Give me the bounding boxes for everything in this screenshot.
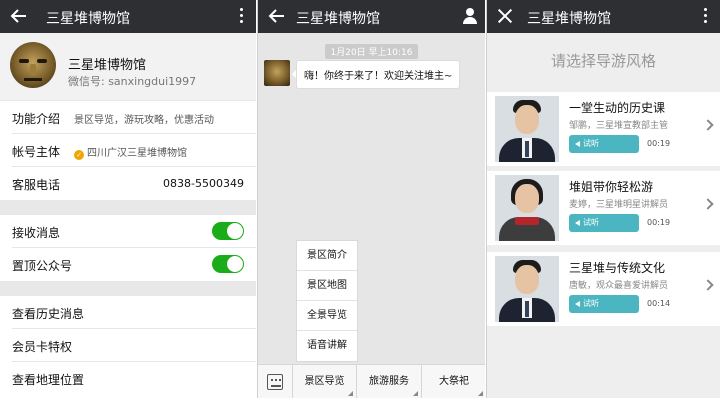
guide-card-2[interactable]: 堆姐带你轻松游 麦婷，三星堆明星讲解员 试听 00:19 [487,171,720,245]
verified-badge-icon: ✓ [74,150,84,160]
toggle-row-pin-account: 置顶公众号 [12,248,256,281]
more-options-icon[interactable] [704,8,708,24]
audio-preview-button[interactable]: 试听 [569,135,639,153]
info-section: 功能介绍 景区导览，游玩攻略，优惠活动 帐号主体 ✓ 四川广汉三星堆博物馆 客服电… [0,101,256,200]
account-name: 三星堆博物馆 [68,58,147,73]
guide-title: 一堂生动的历史课 [569,101,666,115]
close-icon[interactable] [497,8,513,24]
message-bubble[interactable]: 嗨！你终于来了！欢迎关注堆主~ [291,60,461,89]
menu-tab-grand-sacrifice[interactable]: 大祭祀 [421,365,485,398]
link-row-location[interactable]: 查看地理位置 [12,362,256,395]
chat-screen: 三星堆博物馆 1月20日 早上10:16 嗨！你终于来了！欢迎关注堆主~ 景区简… [257,0,485,398]
audio-preview-button[interactable]: 试听 [569,214,639,232]
account-header: 三星堆博物馆 微信号: sanxingdui1997 [0,33,256,100]
row-label: 客服电话 [12,178,61,192]
guide-description: 唐敏，观众最喜爱讲解员 [569,281,669,291]
link-row-membership[interactable]: 会员卡特权 [12,329,256,362]
link-row-history[interactable]: 查看历史消息 [12,296,256,329]
audio-duration: 00:19 [647,139,671,148]
audio-duration: 00:14 [647,299,671,308]
guide-title: 三星堆与传统文化 [569,261,666,275]
menu-item-scenic-intro[interactable]: 景区简介 [297,241,357,271]
page-title: 三星堆博物馆 [46,11,130,27]
row-label: 帐号主体 [12,145,61,159]
guide-title: 堆姐带你轻松游 [569,180,654,194]
speaker-icon [575,220,580,226]
links-section: 查看历史消息 会员卡特权 查看地理位置 [0,296,256,398]
submenu-corner-icon [348,391,353,396]
audio-duration: 00:19 [647,218,671,227]
menu-item-scenic-map[interactable]: 景区地图 [297,271,357,301]
row-label: 查看历史消息 [12,307,85,321]
row-label: 会员卡特权 [12,340,73,354]
account-avatar[interactable] [10,42,56,88]
guide-description: 麦婷，三星堆明星讲解员 [569,200,669,210]
top-bar: 三星堆博物馆 [0,0,256,33]
chat-timestamp: 1月20日 早上10:16 [258,40,485,59]
more-options-icon[interactable] [240,8,244,24]
back-arrow-icon[interactable] [10,7,28,25]
info-row-owner[interactable]: 帐号主体 ✓ 四川广汉三星堆博物馆 [12,134,256,167]
speaker-icon [575,301,580,307]
guide-style-heading: 请选择导游风格 [487,33,720,89]
page-title: 三星堆博物馆 [527,11,611,27]
chevron-right-icon [702,198,714,210]
owner-name: 四川广汉三星堆博物馆 [87,148,187,159]
keyboard-icon[interactable] [267,374,283,390]
submenu-corner-icon [478,391,483,396]
chevron-right-icon [702,279,714,291]
chevron-right-icon [702,119,714,131]
top-bar: 三星堆博物馆 [487,0,720,33]
row-label: 功能介绍 [12,112,61,126]
row-value: 景区导览，游玩攻略，优惠活动 [74,115,214,126]
bottom-menu-bar: 景区导览 旅游服务 大祭祀 [258,364,485,398]
toggle-row-receive-messages: 接收消息 [12,215,256,248]
settings-section: 接收消息 置顶公众号 [0,215,256,281]
guide-card-1[interactable]: 一堂生动的历史课 邹鹏，三星堆宣教部主管 试听 00:19 [487,92,720,166]
back-arrow-icon[interactable] [268,7,286,25]
submenu-popup: 景区简介 景区地图 全景导览 语音讲解 [296,240,358,362]
menu-item-audio-guide[interactable]: 语音讲解 [297,331,357,361]
menu-tab-travel-services[interactable]: 旅游服务 [356,365,421,398]
receive-messages-toggle[interactable] [212,222,244,240]
account-wechat-id: 微信号: sanxingdui1997 [68,75,197,88]
audio-preview-button[interactable]: 试听 [569,295,639,313]
row-label: 置顶公众号 [12,259,73,273]
pin-account-toggle[interactable] [212,255,244,273]
guide-selection-screen: 三星堆博物馆 请选择导游风格 一堂生动的历史课 邹鹏，三星堆宣教部主管 试听 0… [486,0,720,398]
submenu-corner-icon [413,391,418,396]
speaker-icon [575,141,580,147]
top-bar: 三星堆博物馆 [258,0,485,33]
menu-item-panorama-tour[interactable]: 全景导览 [297,301,357,331]
row-label: 查看地理位置 [12,373,85,387]
info-row-intro: 功能介绍 景区导览，游玩攻略，优惠活动 [12,101,256,134]
guide-card-3[interactable]: 三星堆与传统文化 唐敏，观众最喜爱讲解员 试听 00:14 [487,252,720,326]
sender-avatar[interactable] [264,60,290,86]
guide-photo [495,96,559,162]
info-row-phone[interactable]: 客服电话 0838-5500349 [12,167,256,200]
phone-number[interactable]: 0838-5500349 [163,177,244,190]
guide-photo [495,175,559,241]
profile-screen: 三星堆博物馆 三星堆博物馆 微信号: sanxingdui1997 功能介绍 景… [0,0,256,398]
profile-user-icon[interactable] [463,8,477,24]
guide-photo [495,256,559,322]
row-value-with-badge: ✓ 四川广汉三星堆博物馆 [74,144,187,160]
menu-tab-scenic-guide[interactable]: 景区导览 [292,365,356,398]
row-label: 接收消息 [12,226,61,240]
page-title: 三星堆博物馆 [296,11,380,27]
guide-description: 邹鹏，三星堆宣教部主管 [569,121,669,131]
